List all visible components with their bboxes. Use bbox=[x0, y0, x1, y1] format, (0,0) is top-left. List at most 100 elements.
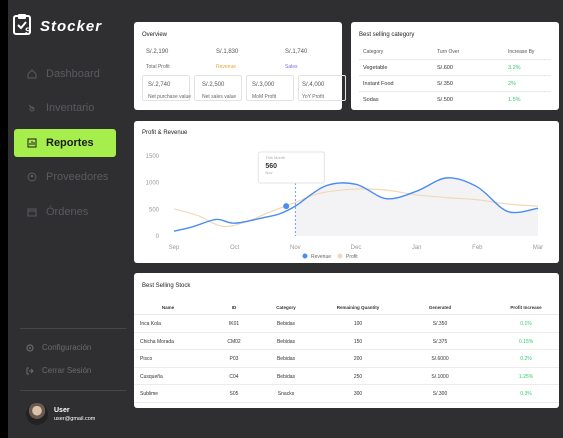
table-cell: Cusqueña bbox=[140, 373, 163, 380]
legend-revenue-marker bbox=[302, 253, 308, 259]
stat-net-sales-text: S/.2,500 Net sales value bbox=[202, 82, 236, 100]
table-cell: S/.1000 bbox=[431, 373, 449, 380]
settings-link[interactable]: Configuración bbox=[26, 343, 91, 352]
col-header: Generated bbox=[428, 305, 452, 310]
tooltip-value: 560 bbox=[265, 163, 277, 170]
table-cell: Inca Kola bbox=[140, 321, 161, 327]
cell-turnover: S/.350 bbox=[437, 81, 453, 87]
report-icon bbox=[25, 138, 39, 148]
table-cell: Bebidas bbox=[276, 321, 296, 327]
best-category-card: Best selling category Category Turn Over… bbox=[351, 22, 559, 110]
cell-category: Vegetable bbox=[363, 65, 388, 71]
highlight-point bbox=[283, 203, 290, 210]
overview-title: Overview bbox=[142, 32, 168, 38]
stat-label: Net sales value bbox=[202, 94, 237, 100]
legend-revenue-label: Revenue bbox=[311, 254, 331, 260]
table-row[interactable]: Instant Food S/.350 2% bbox=[359, 76, 551, 92]
logout-icon bbox=[26, 367, 34, 375]
table-cell: S/.6000 bbox=[431, 356, 449, 362]
y-tick-label: 500 bbox=[149, 207, 160, 213]
table-cell: S/.300 bbox=[432, 391, 448, 397]
x-tick-label: Sep bbox=[169, 245, 180, 251]
cell-increase: 2% bbox=[508, 81, 516, 87]
table-cell: Pisco bbox=[140, 356, 153, 362]
table-cell: 250 bbox=[353, 373, 363, 380]
tooltip-title: This Month bbox=[265, 155, 285, 160]
table-cell: 0.2% bbox=[520, 356, 532, 362]
stat-mom-text: S/.3,000 MoM Profit bbox=[252, 82, 276, 100]
table-cell: 0.1% bbox=[520, 321, 532, 327]
nav-ordenes[interactable]: Órdenes bbox=[14, 198, 116, 226]
stat-label: Sales bbox=[285, 64, 298, 70]
table-cell: 150 bbox=[353, 338, 363, 345]
legend-profit-marker bbox=[337, 253, 343, 259]
stat-yoy-text: S/.4,000 YoY Profit bbox=[302, 82, 324, 100]
stat-label: MoM Profit bbox=[252, 94, 277, 100]
nav-proveedores[interactable]: Proveedores bbox=[14, 163, 116, 191]
table-cell: 300 bbox=[353, 391, 363, 397]
table-row[interactable]: Pisco P03 Bebidas 200 S/.6000 0.2% bbox=[134, 350, 559, 368]
table-cell: 1.25% bbox=[518, 373, 534, 380]
stat-value: S/.1,740 bbox=[285, 49, 308, 55]
x-tick-label: Nov bbox=[290, 245, 301, 251]
table-row[interactable]: Vegetable S/.600 3.2% bbox=[359, 60, 551, 76]
table-cell: 200 bbox=[353, 356, 363, 362]
user-email: user@gmail.com bbox=[54, 415, 96, 422]
nav-inventario[interactable]: Inventario bbox=[14, 94, 116, 122]
table-cell: Sublime bbox=[140, 391, 159, 397]
user-name: User bbox=[54, 406, 70, 414]
table-cell: Bebidas bbox=[276, 338, 296, 345]
brand-name: Stocker bbox=[40, 18, 103, 35]
best-category-title: Best selling category bbox=[359, 32, 415, 38]
sidebar-divider bbox=[20, 328, 132, 329]
table-cell: Chicha Morada bbox=[140, 338, 174, 345]
table-row[interactable]: Sodas S/.500 1.5% bbox=[359, 92, 551, 108]
logout-link[interactable]: Cerrar Sesión bbox=[26, 366, 91, 375]
main-content: Overview S/.2,190 Total Profit S/.1,830 … bbox=[126, 0, 563, 438]
col-header: Category bbox=[276, 305, 296, 310]
nav-reportes[interactable]: Reportes bbox=[14, 129, 116, 157]
best-stock-card: Best Selling Stock Name ID Category Remaini… bbox=[134, 273, 559, 408]
table-row[interactable]: Sublime S05 Snacks 300 S/.300 0.3% bbox=[134, 385, 559, 403]
y-tick-label: 0 bbox=[156, 234, 160, 240]
profit-revenue-chart: 0 500 1000 1500 Sep Oct Nov Dec Jan Feb Mar This Mo… bbox=[146, 151, 543, 260]
x-tick-label: Mar bbox=[533, 245, 543, 251]
cell-turnover: S/.500 bbox=[437, 97, 453, 103]
cell-category: Instant Food bbox=[363, 81, 394, 87]
x-tick-label: Oct bbox=[230, 245, 240, 251]
stat-label: Total Profit bbox=[146, 64, 170, 70]
profit-revenue-card: Profit & Revenue 0 500 1000 1500 Sep Oct Nov De… bbox=[134, 121, 559, 263]
cell-increase: 1.5% bbox=[508, 97, 521, 103]
box-icon bbox=[25, 103, 39, 113]
y-tick-label: 1500 bbox=[146, 154, 160, 160]
nav-dashboard[interactable]: Dashboard bbox=[14, 60, 116, 88]
table-cell: 100 bbox=[353, 321, 363, 327]
settings-label: Configuración bbox=[42, 343, 92, 352]
cell-increase: 3.2% bbox=[508, 65, 521, 71]
col-header-category: Category bbox=[363, 49, 384, 55]
window-edge bbox=[0, 0, 8, 438]
x-tick-label: Jan bbox=[412, 245, 422, 251]
table-row[interactable]: Inca Kola IK01 Bebidas 100 S/.350 0.1% bbox=[134, 315, 559, 333]
table-row[interactable]: Chicha Morada CM02 Bebidas 150 S/.375 0.15% bbox=[134, 333, 559, 350]
logo: S Stocker bbox=[12, 12, 102, 41]
stat-label: Net purchase value bbox=[148, 94, 192, 100]
overview-card: Overview S/.2,190 Total Profit S/.1,830 … bbox=[134, 22, 346, 110]
home-icon bbox=[25, 69, 39, 79]
cell-category: Sodas bbox=[363, 97, 379, 103]
x-tick-label: Dec bbox=[351, 245, 362, 251]
user-profile[interactable]: User user@gmail.com bbox=[26, 403, 95, 425]
avatar bbox=[26, 403, 48, 425]
col-header: Remaining Quantity bbox=[336, 305, 380, 310]
sidebar: S Stocker Dashboard Inventario Reportes … bbox=[8, 0, 132, 438]
nav-ordenes-label: Órdenes bbox=[46, 206, 89, 218]
cell-turnover: S/.600 bbox=[437, 65, 453, 71]
stat-value: S/.1,830 bbox=[216, 49, 239, 55]
table-row[interactable]: Cusqueña C04 Bebidas 250 S/.1000 1.25% bbox=[134, 368, 559, 385]
table-cell: Snacks bbox=[277, 391, 295, 397]
stat-value: S/.2,500 bbox=[202, 82, 225, 88]
supplier-icon bbox=[25, 172, 39, 182]
tooltip-sub: Nov bbox=[265, 170, 272, 175]
stat-sales: S/.1,740 Sales bbox=[285, 49, 307, 70]
table-cell: Bebidas bbox=[276, 373, 296, 380]
